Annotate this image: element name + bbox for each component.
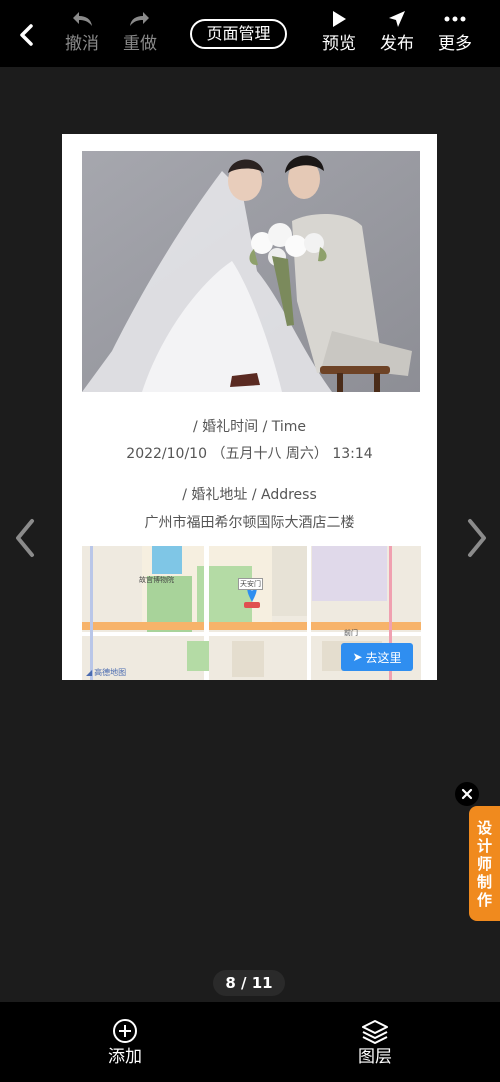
designer-tab-char: 设 — [476, 818, 492, 837]
page-manage-button[interactable]: 页面管理 — [190, 19, 287, 49]
prev-page-arrow-icon[interactable] — [10, 516, 40, 560]
time-heading: / 婚礼时间 / Time — [192, 419, 307, 435]
wedding-photo[interactable] — [82, 151, 420, 392]
wedding-photo-illustration — [82, 151, 420, 392]
page-canvas[interactable]: / 婚礼时间 / Time 2022/10/10 （五月十八 周六） 13:14… — [62, 134, 437, 680]
chevron-left-icon — [20, 24, 33, 46]
next-page-arrow-icon[interactable] — [462, 516, 492, 560]
map-brand: ◢ 高德地图 — [86, 667, 126, 678]
go-here-label: 去这里 — [365, 650, 402, 665]
undo-button[interactable]: 撤消 — [57, 6, 107, 64]
designer-tab-char: 作 — [476, 890, 492, 909]
designer-tab-char: 计 — [476, 836, 492, 855]
close-icon — [461, 788, 473, 800]
add-button[interactable]: 添加 — [95, 1016, 155, 1068]
location-map[interactable]: 故宫博物院 天安门 前门 ➤ 去这里 ◢ 高德地图 — [82, 546, 421, 680]
designer-tab-char: 师 — [476, 854, 492, 873]
page-indicator: 8 / 11 — [213, 970, 285, 996]
go-here-button[interactable]: ➤ 去这里 — [341, 643, 413, 671]
map-poi-label: 前门 — [344, 629, 358, 637]
time-value: 2022/10/10 （五月十八 周六） 13:14 — [126, 446, 373, 462]
layers-button[interactable]: 图层 — [345, 1016, 405, 1068]
address-value: 广州市福田希尔顿国际大酒店二楼 — [144, 515, 355, 531]
more-dots-icon — [444, 16, 466, 22]
publish-button[interactable]: 发布 — [372, 6, 422, 64]
undo-label: 撤消 — [65, 34, 99, 54]
back-button[interactable] — [10, 18, 44, 52]
designer-tab-char: 制 — [476, 872, 492, 891]
layers-label: 图层 — [358, 1047, 392, 1067]
bottom-toolbar: 添加 图层 — [0, 1002, 500, 1082]
map-place-label: 天安门 — [238, 578, 263, 590]
map-poi-label: 故宫博物院 — [139, 576, 174, 584]
play-icon — [333, 11, 346, 27]
redo-label: 重做 — [123, 34, 157, 54]
more-button[interactable]: 更多 — [430, 6, 480, 64]
preview-button[interactable]: 预览 — [314, 6, 364, 64]
navigate-arrow-icon: ➤ — [352, 650, 363, 664]
redo-icon — [130, 12, 149, 26]
top-toolbar: 撤消 重做 页面管理 预览 发布 更多 — [0, 0, 500, 67]
close-designer-button[interactable] — [455, 782, 479, 806]
redo-button[interactable]: 重做 — [115, 6, 165, 64]
preview-label: 预览 — [322, 34, 356, 54]
publish-label: 发布 — [380, 34, 414, 54]
map-brand-label: 高德地图 — [94, 668, 127, 677]
undo-icon — [73, 12, 92, 26]
layers-icon — [362, 1020, 388, 1044]
designer-made-tab[interactable]: 设 计 师 制 作 — [469, 806, 500, 921]
more-label: 更多 — [438, 34, 472, 54]
amap-logo-icon: ◢ — [86, 668, 93, 677]
add-circle-icon — [113, 1019, 137, 1043]
send-icon — [389, 11, 405, 27]
add-label: 添加 — [108, 1047, 142, 1067]
address-heading: / 婚礼地址 / Address — [182, 487, 317, 503]
